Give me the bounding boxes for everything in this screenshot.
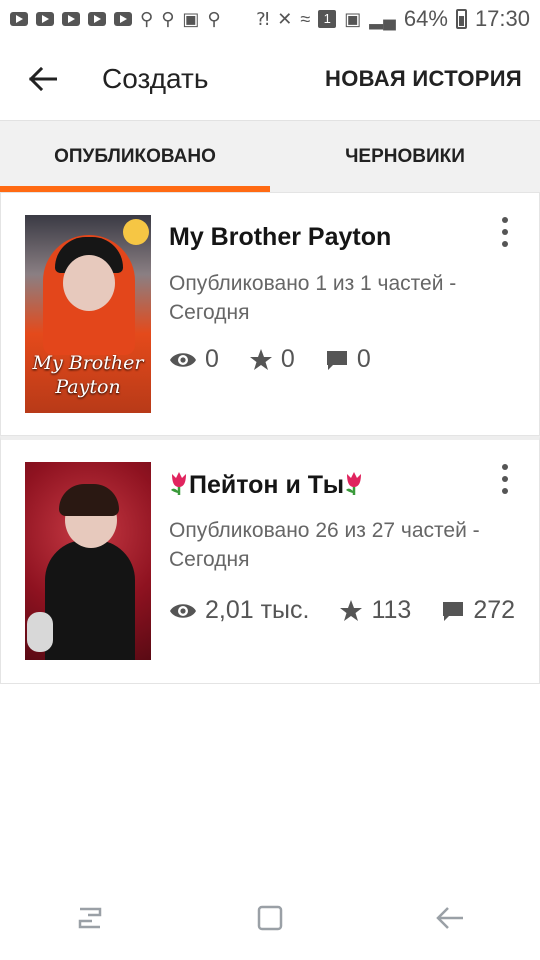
star-icon [340,599,363,621]
emoji-icon [123,219,149,245]
tulip-emoji-icon [346,472,362,495]
more-options-button[interactable] [497,217,513,247]
bluetooth-icon: ⁈ [256,9,270,29]
sim-badge: 1 [318,10,337,28]
dot [502,464,508,470]
story-cover-image[interactable] [25,462,151,660]
tab-published[interactable]: ОПУБЛИКОВАНО [0,121,270,192]
views-stat: 0 [169,345,219,374]
new-story-button[interactable]: НОВАЯ ИСТОРИЯ [325,66,522,92]
cover-title-line: My Brother [32,352,144,374]
youtube-notification-icon [114,12,132,26]
votes-count: 0 [280,345,295,373]
star-icon [249,348,272,370]
clock: 17:30 [474,6,530,31]
back-arrow-icon [436,907,463,929]
dot [502,229,508,235]
eye-icon [170,352,196,367]
votes-count: 113 [371,596,412,624]
recent-apps-button[interactable] [60,888,120,948]
cover-bunny [27,612,53,652]
wifi-icon: ≈ [300,9,311,29]
story-list: My Brother Payton My Brother Payton Опуб… [0,192,540,684]
story-stats: 0 0 0 [169,345,371,374]
dot [502,488,508,494]
story-publish-info: Опубликовано 26 из 27 частей - Сегодня [169,519,480,571]
back-nav-button[interactable] [420,888,480,948]
comments-count: 0 [356,345,371,373]
arrow-left-icon [29,67,57,91]
signal-bars-icon: ▂▄ [369,9,396,29]
back-button[interactable] [14,50,72,108]
story-publish-info: Опубликовано 1 из 1 частей - Сегодня [169,272,457,324]
story-cover-image[interactable]: My Brother Payton [25,215,151,413]
votes-stat: 113 [339,596,411,625]
system-navigation-bar [0,876,540,960]
tab-drafts[interactable]: ЧЕРНОВИКИ [270,121,540,192]
notification-icons: ⚲ ⚲ ▣ ⚲ [10,10,221,28]
youtube-notification-icon [62,12,80,26]
eye-icon [170,603,196,618]
views-stat: 2,01 тыс. [169,596,309,625]
comment-icon [443,601,464,621]
chat-notification-icon: ⚲ [161,9,175,29]
system-icons: ⁈ ✕ ≈ 1 ▣ ▂▄ 64% 17:30 [256,6,530,32]
story-card[interactable]: Пейтон и Ты Опубликовано 26 из 27 частей… [0,436,540,684]
views-count: 2,01 тыс. [205,596,310,624]
story-card[interactable]: My Brother Payton My Brother Payton Опуб… [0,192,540,436]
cover-title-text: My Brother Payton [25,351,151,399]
views-count: 0 [205,345,219,373]
story-title[interactable]: My Brother Payton [169,223,391,252]
search-notification-icon: ⚲ [207,9,221,29]
cover-hair [59,484,119,516]
home-button[interactable] [240,888,300,948]
mute-icon: ✕ [277,9,293,29]
youtube-notification-icon [88,12,106,26]
comments-stat: 272 [441,596,515,625]
chat-notification-icon: ⚲ [140,9,154,29]
signal-icon: ▣ [344,9,362,29]
battery-percent: 64% [403,6,448,31]
battery-icon [455,9,467,29]
story-stats: 2,01 тыс. 113 272 [169,596,515,625]
cover-title-line: Payton [55,376,121,398]
youtube-notification-icon [36,12,54,26]
comments-count: 272 [473,596,516,624]
recent-apps-icon [78,907,102,929]
home-icon [257,905,283,931]
tulip-emoji-icon [171,472,186,495]
votes-stat: 0 [249,345,295,374]
story-title-text: Пейтон и Ты [189,471,345,499]
status-bar: ⚲ ⚲ ▣ ⚲ ⁈ ✕ ≈ 1 ▣ ▂▄ 64% 17:30 [0,0,540,38]
tab-bar: ОПУБЛИКОВАНО ЧЕРНОВИКИ [0,120,540,192]
dot [502,217,508,223]
youtube-notification-icon [10,12,28,26]
image-notification-icon: ▣ [182,9,200,29]
cover-figure [45,540,135,660]
comments-stat: 0 [325,345,371,374]
dot [502,476,508,482]
story-title[interactable]: Пейтон и Ты [169,470,364,500]
page-title: Создать [102,63,209,94]
app-bar: Создать НОВАЯ ИСТОРИЯ [0,38,540,120]
cover-face [63,255,115,311]
more-options-button[interactable] [497,464,513,494]
comment-icon [326,350,347,370]
dot [502,241,508,247]
